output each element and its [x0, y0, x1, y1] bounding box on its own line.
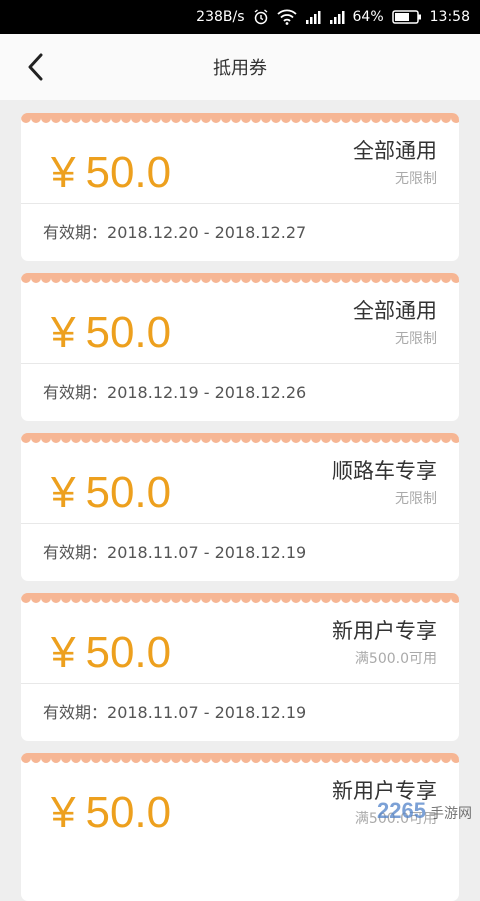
validity-range: 2018.11.07 - 2018.12.19 [107, 543, 307, 562]
page-title: 抵用券 [213, 58, 267, 79]
validity-range: 2018.11.07 - 2018.12.19 [107, 703, 307, 722]
coupon-validity: 有效期：2018.12.19 - 2018.12.26 [43, 379, 306, 403]
chevron-left-icon [28, 53, 43, 81]
coupon-card[interactable]: ¥50.0 全部通用 无限制 有效期：2018.12.19 - 2018.12.… [21, 273, 459, 421]
coupon-card[interactable]: ¥50.0 新用户专享 满500.0可用 有效期：2018.11.07 - 20… [21, 593, 459, 741]
coupon-condition: 满500.0可用 [354, 651, 437, 667]
alarm-icon [253, 9, 269, 25]
validity-label: 有效期： [43, 543, 108, 562]
amount-value: 50.0 [85, 788, 172, 837]
coupon-amount: ¥50.0 [51, 147, 171, 199]
coupon-scope: 全部通用 [353, 139, 437, 163]
coupon-validity: 有效期：2018.11.07 - 2018.12.19 [43, 539, 306, 563]
network-speed: 238B/s [196, 9, 245, 25]
scallop-edge [21, 433, 459, 443]
amount-value: 50.0 [85, 628, 172, 677]
divider [21, 683, 459, 684]
scallop-edge [21, 113, 459, 123]
scallop-edge [21, 273, 459, 283]
back-button[interactable] [16, 47, 56, 87]
coupon-condition: 无限制 [395, 491, 437, 507]
coupon-amount: ¥50.0 [51, 627, 171, 679]
coupon-amount: ¥50.0 [51, 307, 171, 359]
validity-label: 有效期： [43, 223, 108, 242]
battery-percent: 64% [352, 9, 384, 25]
coupon-amount: ¥50.0 [51, 787, 171, 839]
coupon-card[interactable]: ¥50.0 全部通用 无限制 有效期：2018.12.20 - 2018.12.… [21, 113, 459, 261]
watermark-sub: 手游网 [430, 805, 472, 821]
signal-icon [305, 9, 321, 25]
watermark-text: 2265 [377, 798, 426, 823]
coupon-scope: 顺路车专享 [332, 459, 437, 483]
validity-range: 2018.12.19 - 2018.12.26 [107, 383, 307, 402]
currency-symbol: ¥ [51, 788, 76, 837]
divider [21, 363, 459, 364]
divider [21, 203, 459, 204]
divider [21, 523, 459, 524]
amount-value: 50.0 [85, 148, 172, 197]
coupon-card[interactable]: ¥50.0 新用户专享 满500.0可用 [21, 753, 459, 901]
validity-label: 有效期： [43, 383, 108, 402]
coupon-validity: 有效期：2018.12.20 - 2018.12.27 [43, 219, 306, 243]
battery-icon [391, 9, 422, 25]
coupon-scope: 新用户专享 [332, 619, 437, 643]
wifi-icon [276, 9, 297, 25]
scallop-edge [21, 593, 459, 603]
amount-value: 50.0 [85, 308, 172, 357]
validity-label: 有效期： [43, 703, 108, 722]
clock: 13:58 [429, 9, 470, 25]
coupon-condition: 无限制 [395, 331, 437, 347]
coupon-amount: ¥50.0 [51, 467, 171, 519]
status-bar: 238B/s 64% 13:58 [0, 0, 480, 34]
currency-symbol: ¥ [51, 308, 76, 357]
scallop-edge [21, 753, 459, 763]
nav-bar: 抵用券 [0, 34, 480, 100]
signal-icon-2 [329, 9, 345, 25]
coupon-validity: 有效期：2018.11.07 - 2018.12.19 [43, 699, 306, 723]
coupon-card[interactable]: ¥50.0 顺路车专享 无限制 有效期：2018.11.07 - 2018.12… [21, 433, 459, 581]
currency-symbol: ¥ [51, 468, 76, 517]
currency-symbol: ¥ [51, 628, 76, 677]
validity-range: 2018.12.20 - 2018.12.27 [107, 223, 307, 242]
amount-value: 50.0 [85, 468, 172, 517]
site-watermark: 2265 手游网 [377, 798, 472, 824]
coupon-scope: 全部通用 [353, 299, 437, 323]
coupon-condition: 无限制 [395, 171, 437, 187]
currency-symbol: ¥ [51, 148, 76, 197]
